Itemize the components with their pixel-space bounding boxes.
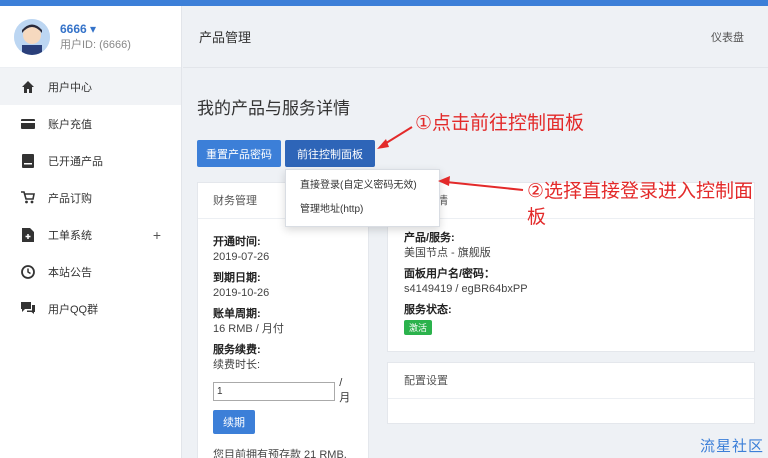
arrow-step2 <box>438 176 524 191</box>
watermark: 流星社区 <box>699 438 764 455</box>
annotation-step1: ①点击前往控制面板 <box>415 112 585 134</box>
arrow-step1 <box>377 126 413 149</box>
annotation-step2: ②选择直接登录进入控制面板 <box>527 180 754 228</box>
